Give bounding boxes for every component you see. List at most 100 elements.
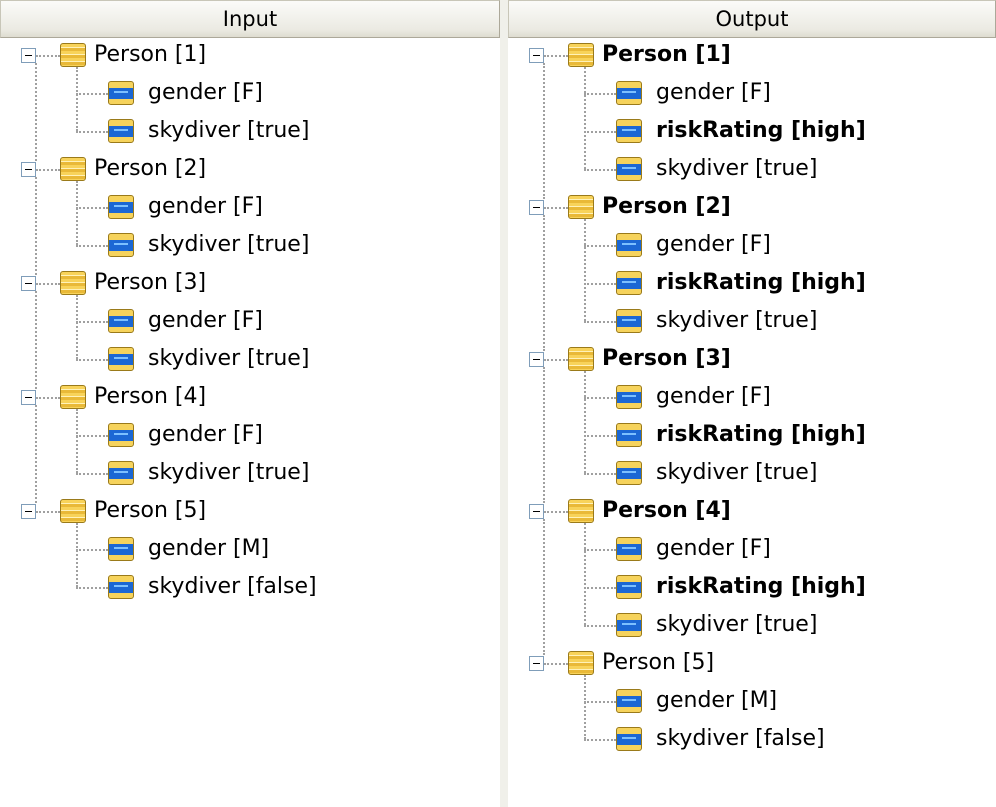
tree-connector (584, 219, 586, 321)
attribute-node-icon (616, 81, 642, 105)
attribute-node-icon (616, 271, 642, 295)
collapse-minus-icon[interactable] (529, 656, 544, 671)
attribute-node-label[interactable]: skydiver [false] (148, 572, 317, 602)
person-node-label[interactable]: Person [4] (94, 382, 206, 412)
tree-connector (544, 511, 568, 513)
attribute-node-label[interactable]: skydiver [true] (148, 230, 309, 260)
collapse-minus-icon[interactable] (21, 390, 36, 405)
panel-splitter[interactable] (500, 0, 508, 807)
attribute-node-label[interactable]: gender [M] (148, 534, 269, 564)
attribute-node-label[interactable]: gender [F] (656, 230, 771, 260)
attribute-node-icon (616, 537, 642, 561)
attribute-node-icon (616, 689, 642, 713)
tree-connector (584, 371, 586, 473)
attribute-node-label[interactable]: skydiver [true] (656, 306, 817, 336)
output-panel: Output Person [1] gender [F] riskRating [h… (508, 0, 996, 807)
attribute-node-icon (616, 385, 642, 409)
tree-connector (76, 523, 78, 587)
attribute-node-label[interactable]: gender [M] (656, 686, 777, 716)
person-node-label[interactable]: Person [3] (94, 268, 206, 298)
attribute-node-icon (108, 461, 134, 485)
attribute-node-icon (616, 613, 642, 637)
tree-connector (584, 283, 616, 285)
attribute-node-label[interactable]: skydiver [true] (148, 344, 309, 374)
attribute-node-label[interactable]: gender [F] (656, 534, 771, 564)
attribute-node-label[interactable]: skydiver [false] (656, 724, 825, 754)
attribute-node-label[interactable]: skydiver [true] (148, 458, 309, 488)
input-panel: Input Person [1] gender [F] skydiver [true… (0, 0, 500, 807)
object-node-icon (60, 271, 86, 295)
person-node-label[interactable]: Person [3] (602, 344, 731, 374)
tree-connector (584, 675, 586, 739)
person-node-label[interactable]: Person [2] (94, 154, 206, 184)
attribute-node-label[interactable]: gender [F] (148, 306, 263, 336)
tree-connector (544, 55, 568, 57)
tree-connector (584, 549, 616, 551)
attribute-node-label[interactable]: gender [F] (656, 78, 771, 108)
attribute-node-label[interactable]: skydiver [true] (656, 154, 817, 184)
tree-connector (584, 701, 616, 703)
attribute-node-label[interactable]: gender [F] (148, 420, 263, 450)
object-node-icon (60, 499, 86, 523)
tree-connector (584, 739, 616, 741)
attribute-node-label[interactable]: skydiver [true] (148, 116, 309, 146)
attribute-node-icon (108, 195, 134, 219)
object-node-icon (568, 651, 594, 675)
object-node-icon (60, 385, 86, 409)
tree-connector (76, 131, 108, 133)
tree-connector (76, 181, 78, 245)
tree-connector (584, 435, 616, 437)
tree-connector (584, 245, 616, 247)
attribute-node-icon (108, 537, 134, 561)
attribute-node-icon (616, 423, 642, 447)
collapse-minus-icon[interactable] (529, 352, 544, 367)
tree-connector (76, 549, 108, 551)
object-node-icon (60, 43, 86, 67)
attribute-node-label[interactable]: gender [F] (656, 382, 771, 412)
person-node-label[interactable]: Person [4] (602, 496, 731, 526)
tree-connector (76, 207, 108, 209)
attribute-node-icon (616, 461, 642, 485)
tree-connector (76, 435, 108, 437)
person-node-label[interactable]: Person [1] (602, 40, 731, 70)
collapse-minus-icon[interactable] (529, 504, 544, 519)
tree-connector (543, 215, 545, 351)
tree-connector (36, 283, 60, 285)
person-node-label[interactable]: Person [5] (94, 496, 206, 526)
collapse-minus-icon[interactable] (21, 504, 36, 519)
tree-connector (76, 359, 108, 361)
output-header[interactable]: Output (508, 0, 996, 38)
attribute-node-label[interactable]: skydiver [true] (656, 458, 817, 488)
collapse-minus-icon[interactable] (529, 48, 544, 63)
attribute-node-icon (108, 81, 134, 105)
attribute-node-label[interactable]: riskRating [high] (656, 572, 866, 602)
collapse-minus-icon[interactable] (21, 162, 36, 177)
input-header[interactable]: Input (0, 0, 500, 38)
tree-connector (584, 625, 616, 627)
tree-connector (544, 207, 568, 209)
person-node-label[interactable]: Person [5] (602, 648, 714, 678)
attribute-node-label[interactable]: riskRating [high] (656, 420, 866, 450)
attribute-node-icon (108, 423, 134, 447)
attribute-node-label[interactable]: gender [F] (148, 192, 263, 222)
attribute-node-icon (108, 347, 134, 371)
attribute-node-icon (108, 233, 134, 257)
tree-connector (35, 63, 37, 161)
attribute-node-label[interactable]: gender [F] (148, 78, 263, 108)
tree-connector (543, 519, 545, 655)
tree-connector (584, 523, 586, 625)
collapse-minus-icon[interactable] (529, 200, 544, 215)
collapse-minus-icon[interactable] (21, 48, 36, 63)
attribute-node-label[interactable]: skydiver [true] (656, 610, 817, 640)
person-node-label[interactable]: Person [1] (94, 40, 206, 70)
attribute-node-label[interactable]: riskRating [high] (656, 116, 866, 146)
attribute-node-icon (616, 309, 642, 333)
tree-connector (584, 93, 616, 95)
tree-connector (544, 359, 568, 361)
attribute-node-icon (616, 575, 642, 599)
collapse-minus-icon[interactable] (21, 276, 36, 291)
person-node-label[interactable]: Person [2] (602, 192, 731, 222)
attribute-node-label[interactable]: riskRating [high] (656, 268, 866, 298)
attribute-node-icon (108, 119, 134, 143)
tree-connector (36, 169, 60, 171)
